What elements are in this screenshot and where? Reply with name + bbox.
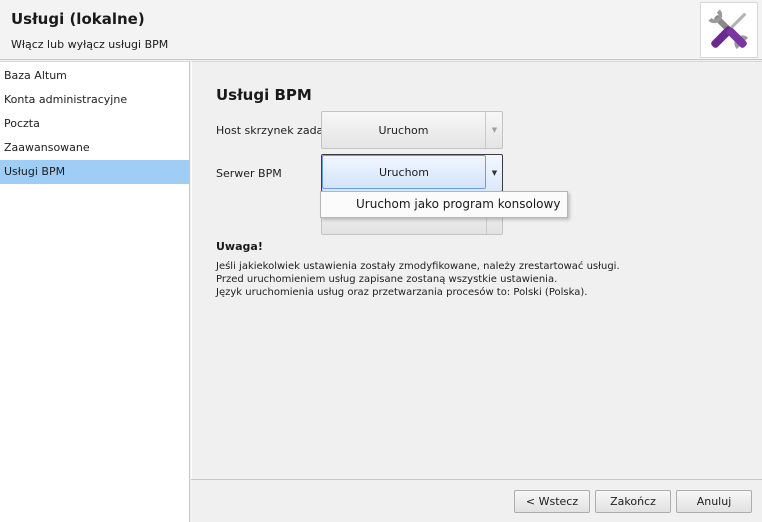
section-title: Usługi BPM bbox=[216, 86, 312, 104]
sidebar-item-baza-altum[interactable]: Baza Altum bbox=[0, 64, 189, 88]
note-title: Uwaga! bbox=[216, 240, 263, 253]
sidebar-item-zaawansowane[interactable]: Zaawansowane bbox=[0, 136, 189, 160]
sidebar-item-uslugi-bpm[interactable]: Usługi BPM bbox=[0, 160, 189, 184]
back-button[interactable]: < Wstecz bbox=[514, 490, 590, 513]
menu-item-run-as-console[interactable]: Uruchom jako program konsolowy bbox=[321, 192, 567, 217]
note-line: Jeśli jakiekolwiek ustawienia zostały zm… bbox=[216, 261, 620, 272]
page-subtitle: Włącz lub wyłącz usługi BPM bbox=[11, 38, 169, 51]
note-line: Przed uruchomieniem usług zapisane zosta… bbox=[216, 274, 558, 285]
host-start-button[interactable]: Uruchom bbox=[322, 112, 486, 148]
sidebar-item-konta-administracyjne[interactable]: Konta administracyjne bbox=[0, 88, 189, 112]
server-label: Serwer BPM bbox=[216, 167, 282, 180]
tools-icon bbox=[700, 2, 758, 58]
sidebar-item-poczta[interactable]: Poczta bbox=[0, 112, 189, 136]
wizard-header: Usługi (lokalne) Włącz lub wyłącz usługi… bbox=[0, 0, 762, 60]
chevron-down-icon[interactable]: ▼ bbox=[487, 112, 502, 148]
host-start-split-button: Uruchom ▼ bbox=[321, 111, 503, 149]
host-label: Host skrzynek zadań bbox=[216, 124, 331, 137]
server-start-button[interactable]: Uruchom bbox=[322, 155, 486, 189]
wizard-sidebar: Baza Altum Konta administracyjne Poczta … bbox=[0, 61, 190, 522]
server-start-split-button: Uruchom ▼ bbox=[321, 154, 503, 192]
start-options-menu: Uruchom jako program konsolowy bbox=[320, 191, 568, 218]
page-title: Usługi (lokalne) bbox=[11, 10, 145, 28]
finish-button[interactable]: Zakończ bbox=[595, 490, 671, 513]
chevron-down-icon[interactable]: ▼ bbox=[487, 155, 502, 191]
note-line: Język uruchomienia usług oraz przetwarza… bbox=[216, 287, 588, 298]
cancel-button[interactable]: Anuluj bbox=[676, 490, 752, 513]
